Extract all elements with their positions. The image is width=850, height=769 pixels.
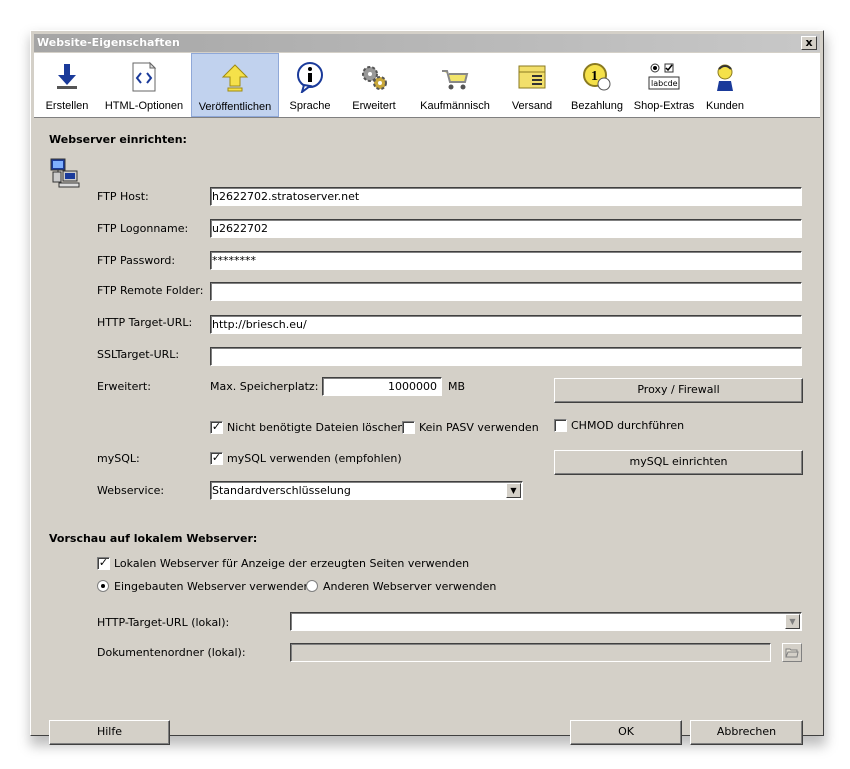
no-pasv-label: Kein PASV verwenden [419, 421, 539, 434]
docroot-label: Dokumentenordner (lokal): [97, 646, 246, 659]
chevron-down-icon[interactable]: ▼ [506, 483, 521, 498]
cancel-button[interactable]: Abbrechen [690, 720, 803, 745]
tab-erstellen[interactable]: Erstellen [38, 53, 96, 117]
ftp-password-label: FTP Password: [97, 254, 176, 267]
tab-html-options[interactable]: HTML-Optionen [100, 53, 188, 117]
tab-sprache[interactable]: Sprache [281, 53, 339, 117]
checkbox-empty [554, 419, 567, 432]
properties-dialog: Website-Eigenschaften x Erstellen HTML-O… [30, 30, 824, 745]
gears-icon [362, 66, 387, 90]
form-controls-icon-text: labcde [651, 79, 678, 88]
chmod-label: CHMOD durchführen [571, 419, 685, 432]
tab-label: HTML-Optionen [104, 100, 184, 112]
other-server-label: Anderen Webserver verwenden [323, 580, 497, 593]
tab-versand[interactable]: Versand [502, 53, 562, 117]
mysql-use-checkbox[interactable]: ✓ mySQL verwenden (empfohlen) [210, 452, 402, 466]
form-controls-icon: labcde [648, 63, 680, 90]
tab-label: Kaufmännisch [420, 100, 490, 112]
no-pasv-checkbox[interactable]: Kein PASV verwenden [402, 421, 539, 435]
tab-label: Erstellen [45, 100, 89, 112]
storage-label: Max. Speicherplatz: [210, 380, 319, 393]
http-url-input[interactable]: http://briesch.eu/ [210, 315, 802, 334]
local-server-label: Lokalen Webserver für Anzeige der erzeug… [114, 557, 470, 570]
folder-icon [785, 648, 799, 658]
chevron-down-icon[interactable]: ▼ [785, 614, 800, 629]
proxy-firewall-button-label: Proxy / Firewall [637, 383, 720, 396]
ssl-url-label: SSLTarget-URL: [97, 348, 180, 361]
tab-label: Bezahlung [571, 100, 623, 112]
local-server-checkbox[interactable]: ✓ Lokalen Webserver für Anzeige der erzeu… [97, 557, 469, 571]
ftp-host-input[interactable]: h2622702.stratoserver.net [210, 187, 802, 206]
http-local-label: HTTP-Target-URL (lokal): [97, 616, 230, 629]
info-bubble-icon [297, 62, 323, 93]
package-icon [518, 65, 546, 89]
checkbox-empty [402, 421, 415, 434]
ok-button[interactable]: OK [570, 720, 682, 745]
tab-label: Veröffentlichen [198, 101, 272, 113]
checkbox-check: ✓ [210, 420, 223, 434]
tab-label: Shop-Extras [633, 100, 695, 112]
customer-icon [717, 64, 733, 91]
proxy-firewall-button[interactable]: Proxy / Firewall [554, 378, 803, 403]
close-button[interactable]: x [801, 36, 817, 50]
category-toolbar: Erstellen HTML-Optionen Veröffentlichen … [34, 53, 820, 118]
docroot-input[interactable] [290, 643, 771, 662]
ssl-url-input[interactable] [210, 347, 802, 366]
window-title: Website-Eigenschaften [37, 36, 180, 49]
tab-erweitert[interactable]: Erweitert [342, 53, 406, 117]
preview-section-title: Vorschau auf lokalem Webserver: [49, 532, 258, 545]
coin-icon: 1 [583, 63, 611, 91]
title-bar: Website-Eigenschaften x [34, 34, 820, 52]
tab-shop-extras[interactable]: labcde Shop-Extras [630, 53, 698, 117]
ftp-login-input[interactable]: u2622702 [210, 219, 802, 238]
tab-kaufmaennisch[interactable]: Kaufmännisch [410, 53, 500, 117]
webservice-select[interactable]: Standardverschlüsselung ▼ [210, 481, 523, 500]
mysql-label: mySQL: [97, 452, 140, 465]
storage-input[interactable]: 1000000 [322, 377, 442, 396]
tab-kunden[interactable]: Kunden [700, 53, 750, 117]
delete-files-label: Nicht benötigte Dateien löschen [227, 421, 405, 434]
webservice-value: Standardverschlüsselung [212, 484, 351, 497]
tab-label: Versand [511, 100, 553, 112]
storage-unit: MB [448, 380, 466, 393]
dialog-content: Webserver einrichten: FTP Host: h2622702… [34, 119, 820, 745]
ftp-folder-input[interactable] [210, 282, 802, 301]
webservice-label: Webservice: [97, 484, 165, 497]
svg-text:1: 1 [591, 69, 598, 84]
erweitert-label: Erweitert: [97, 380, 151, 393]
checkbox-check: ✓ [97, 556, 110, 570]
http-local-select[interactable]: ▼ [290, 612, 802, 631]
builtin-server-radio[interactable]: Eingebauten Webserver verwenden [97, 580, 311, 594]
tab-bezahlung[interactable]: 1 Bezahlung [566, 53, 628, 117]
browse-folder-button[interactable] [782, 643, 802, 662]
network-computers-icon [50, 158, 80, 188]
builtin-server-label: Eingebauten Webserver verwenden [114, 580, 311, 593]
radio-selected [97, 580, 109, 592]
upload-arrow-icon [221, 64, 249, 92]
http-url-label: HTTP Target-URL: [97, 316, 193, 329]
delete-files-checkbox[interactable]: ✓ Nicht benötigte Dateien löschen [210, 421, 404, 435]
radio-unselected [306, 580, 318, 592]
tab-label: Erweitert [352, 100, 396, 112]
download-arrow-icon [57, 64, 77, 89]
tab-label: Kunden [706, 100, 744, 112]
mysql-use-label: mySQL verwenden (empfohlen) [227, 452, 402, 465]
tab-label: Sprache [289, 100, 331, 112]
tab-veroeffentlichen[interactable]: Veröffentlichen [191, 53, 279, 117]
ftp-password-input[interactable]: ******** [210, 251, 802, 270]
webserver-section-title: Webserver einrichten: [49, 133, 187, 146]
ftp-login-label: FTP Logonname: [97, 222, 189, 235]
help-button[interactable]: Hilfe [49, 720, 170, 745]
shopping-cart-icon [442, 70, 469, 90]
ftp-host-label: FTP Host: [97, 190, 149, 203]
mysql-setup-button[interactable]: mySQL einrichten [554, 450, 803, 475]
other-server-radio[interactable]: Anderen Webserver verwenden [306, 580, 496, 594]
checkbox-check: ✓ [210, 451, 223, 465]
html-code-icon [132, 61, 157, 92]
ftp-folder-label: FTP Remote Folder: [97, 284, 204, 297]
chmod-checkbox[interactable]: CHMOD durchführen [554, 419, 684, 433]
